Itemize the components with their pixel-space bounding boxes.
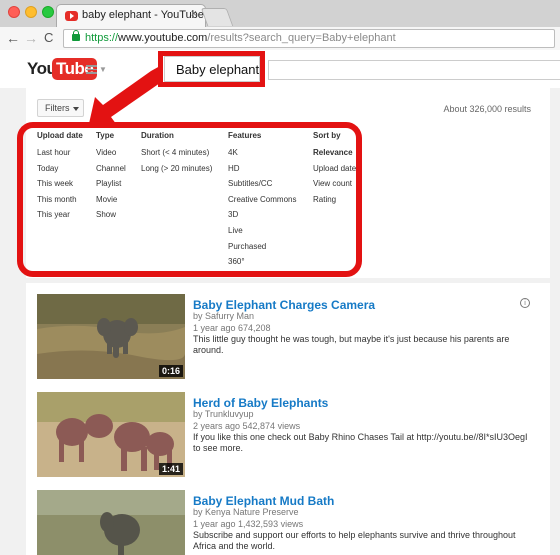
mud-bath-thumbnail-image <box>37 490 185 555</box>
video-description: If you like this one check out Baby Rhin… <box>193 432 528 453</box>
tab-close-icon[interactable]: × <box>191 8 197 20</box>
reload-icon[interactable]: C <box>44 30 53 46</box>
url-text: https://www.youtube.com/results?search_q… <box>85 32 396 44</box>
video-channel[interactable]: by Safurry Man <box>193 311 254 321</box>
info-icon[interactable]: i <box>520 298 530 308</box>
video-thumbnail[interactable]: 1:41 <box>37 392 185 477</box>
video-thumbnail[interactable]: 0:16 <box>37 294 185 379</box>
video-meta: 1 year ago 674,208 <box>193 323 271 333</box>
forward-arrow-icon[interactable]: → <box>24 30 38 46</box>
tab-youtube[interactable]: baby elephant - YouTube × <box>56 4 206 27</box>
filters-label: Filters <box>45 103 70 113</box>
url-host: www.youtube.com <box>118 32 208 44</box>
video-description: This little guy thought he was tough, bu… <box>193 334 510 355</box>
search-highlight-box <box>158 51 265 87</box>
back-arrow-icon[interactable]: ← <box>6 30 20 46</box>
caret-down-icon <box>73 107 79 111</box>
filters-highlight-box <box>17 122 362 277</box>
video-meta: 1 year ago 1,432,593 views <box>193 519 304 529</box>
video-duration: 0:16 <box>158 365 183 377</box>
youtube-favicon-icon <box>65 11 78 21</box>
filters-button[interactable]: Filters <box>37 99 84 117</box>
guide-menu-icon[interactable] <box>86 65 97 74</box>
zoom-window-button[interactable] <box>42 6 54 18</box>
results-count: About 326,000 results <box>443 104 531 114</box>
video-title-link[interactable]: Baby Elephant Charges Camera <box>193 298 375 312</box>
guide-dropdown-icon[interactable]: ▼ <box>99 65 107 74</box>
video-title-link[interactable]: Herd of Baby Elephants <box>193 396 328 410</box>
close-window-button[interactable] <box>8 6 20 18</box>
browser-toolbar: ← → C https://www.youtube.com/results?se… <box>0 27 560 50</box>
new-tab-button[interactable] <box>200 8 234 26</box>
search-bar-extension[interactable] <box>268 60 560 80</box>
tab-title: baby elephant - YouTube <box>82 9 204 21</box>
url-scheme: https:// <box>85 32 119 44</box>
lock-icon <box>72 30 80 41</box>
minimize-window-button[interactable] <box>25 6 37 18</box>
video-title-link[interactable]: Baby Elephant Mud Bath <box>193 494 334 508</box>
url-path: /results?search_query=Baby+elephant <box>207 32 396 44</box>
address-bar[interactable]: https://www.youtube.com/results?search_q… <box>63 29 555 48</box>
browser-chrome: baby elephant - YouTube × ← → C https://… <box>0 0 560 50</box>
video-channel[interactable]: by Kenya Nature Preserve <box>193 507 299 517</box>
video-thumbnail[interactable] <box>37 490 185 555</box>
tab-strip: baby elephant - YouTube × <box>0 0 560 27</box>
video-meta: 2 years ago 542,874 views <box>193 421 301 431</box>
video-description: Subscribe and support our efforts to hel… <box>193 530 516 551</box>
video-duration: 1:41 <box>158 463 183 475</box>
video-channel[interactable]: by Trunkluvyup <box>193 409 254 419</box>
